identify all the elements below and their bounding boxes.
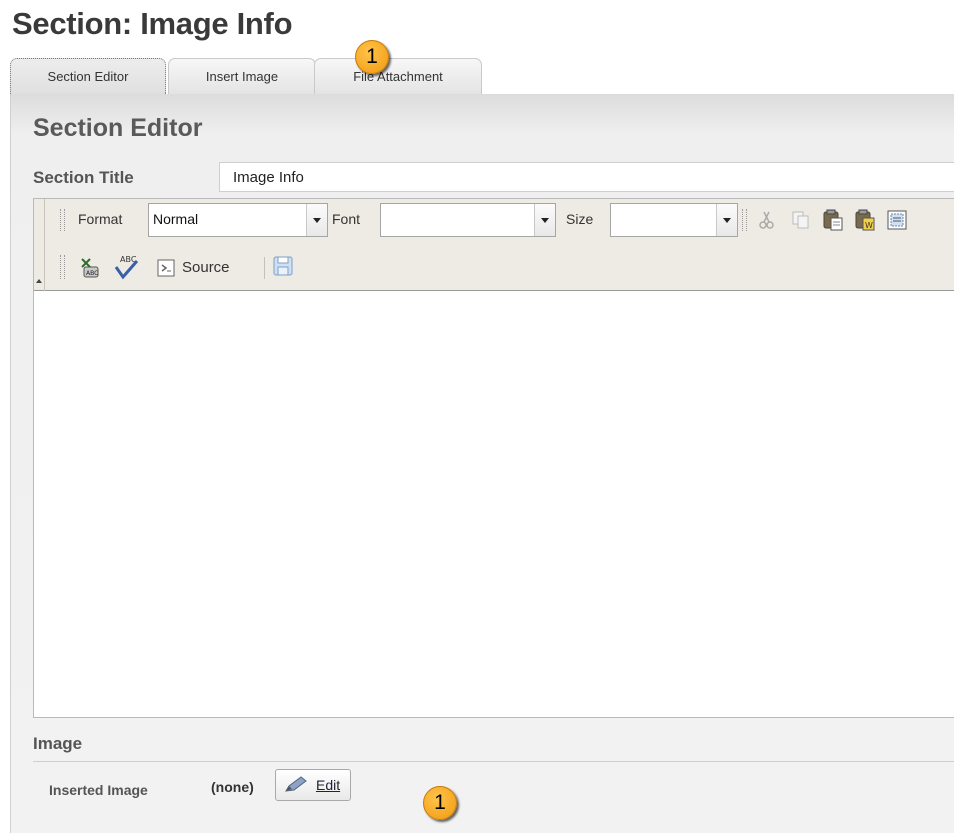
toolbar-grip-handle[interactable] xyxy=(60,209,65,231)
paste-from-word-icon[interactable]: W xyxy=(854,209,876,231)
toolbar-separator xyxy=(264,257,265,279)
format-select-value: Normal xyxy=(153,211,199,227)
size-select[interactable] xyxy=(610,203,738,237)
format-label: Format xyxy=(78,211,123,227)
image-section-heading: Image xyxy=(33,734,83,753)
svg-text:ABC: ABC xyxy=(86,270,98,277)
source-button[interactable]: Source xyxy=(152,255,252,281)
callout-badge: 1 xyxy=(355,40,389,74)
chevron-down-icon[interactable] xyxy=(534,204,555,236)
editor-toolbar: Format Normal Font Size W ABC ABC Source xyxy=(34,199,954,291)
section-title-input[interactable] xyxy=(219,162,954,192)
panel-heading: Section Editor xyxy=(33,114,203,142)
source-icon xyxy=(157,259,175,277)
spell-check-icon[interactable]: ABC xyxy=(78,255,104,281)
source-label: Source xyxy=(182,259,230,276)
tab-label: Section Editor xyxy=(47,69,129,84)
tab-file-attachment[interactable]: File Attachment xyxy=(314,58,482,94)
size-label: Size xyxy=(566,211,594,227)
rich-text-editor: Format Normal Font Size W ABC ABC Source xyxy=(33,198,954,718)
save-icon[interactable] xyxy=(272,255,294,277)
edit-label: Edit xyxy=(316,777,341,793)
tab-section-editor[interactable]: Section Editor xyxy=(10,58,166,94)
spell-check-abc-icon[interactable]: ABC xyxy=(112,253,140,281)
select-all-icon[interactable] xyxy=(886,209,908,231)
format-select[interactable]: Normal xyxy=(148,203,328,237)
copy-icon[interactable] xyxy=(790,209,812,231)
tab-insert-image[interactable]: Insert Image xyxy=(168,58,316,94)
chevron-down-icon[interactable] xyxy=(716,204,737,236)
toolbar-collapse-strip[interactable] xyxy=(34,199,45,291)
collapse-toolbar-icon[interactable] xyxy=(36,279,42,283)
tab-label: Insert Image xyxy=(205,69,279,84)
paste-icon[interactable] xyxy=(822,209,844,231)
inserted-image-value: (none) xyxy=(211,779,254,795)
editor-content-area[interactable] xyxy=(34,291,954,717)
edit-image-button[interactable]: Edit xyxy=(275,769,351,801)
font-select[interactable] xyxy=(380,203,556,237)
section-title-label: Section Title xyxy=(33,168,134,187)
chevron-down-icon[interactable] xyxy=(306,204,327,236)
font-label: Font xyxy=(332,211,361,227)
callout-badge: 1 xyxy=(423,786,457,820)
toolbar-grip-handle[interactable] xyxy=(60,255,65,279)
cut-icon[interactable] xyxy=(756,209,778,231)
svg-text:W: W xyxy=(865,221,873,230)
divider xyxy=(33,761,954,762)
inserted-image-label: Inserted Image xyxy=(49,782,148,798)
toolbar-grip-handle[interactable] xyxy=(742,209,747,231)
page-title: Section: Image Info xyxy=(12,6,293,41)
editor-panel: Section Editor Section Title Format Norm… xyxy=(10,94,954,833)
pencil-icon xyxy=(285,776,307,792)
